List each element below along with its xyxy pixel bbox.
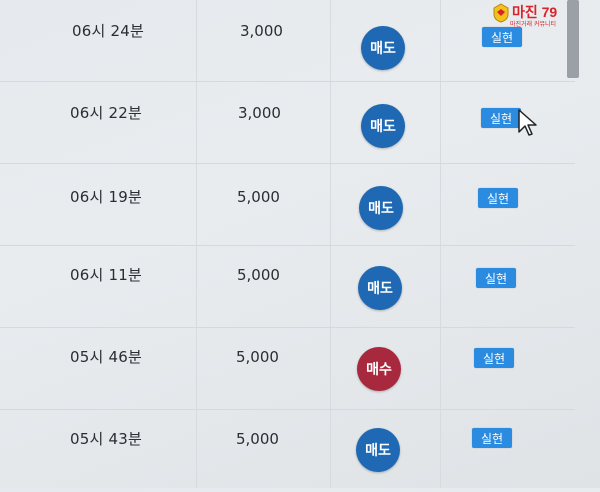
side-badge-sell: 매도	[359, 186, 403, 230]
eagle-emblem-icon	[493, 3, 509, 23]
realize-button[interactable]: 실현	[482, 27, 522, 47]
side-badge-sell: 매도	[361, 104, 405, 148]
trade-time: 06시 19분	[70, 188, 142, 206]
watermark-subtitle: 마진거래 커뮤니티	[510, 21, 557, 28]
realize-button[interactable]: 실현	[476, 268, 516, 288]
trade-quantity: 5,000	[237, 266, 280, 284]
trade-quantity: 5,000	[237, 188, 280, 206]
mouse-pointer-icon	[518, 109, 537, 136]
trade-time: 06시 24분	[72, 22, 144, 40]
realize-button[interactable]: 실현	[478, 188, 518, 208]
side-badge-sell: 매도	[356, 428, 400, 472]
trade-quantity: 3,000	[240, 22, 283, 40]
vertical-scrollbar[interactable]	[565, 0, 581, 488]
trade-time: 05시 43분	[70, 430, 142, 448]
trade-time: 06시 11분	[70, 266, 142, 284]
trade-history-table: 06시 24분 3,000 매도 실현 06시 22분 3,000 매도 실현 …	[0, 0, 600, 488]
watermark-logo: 마진 79 마진거래 커뮤니티	[490, 0, 600, 30]
side-badge-buy: 매수	[357, 347, 401, 391]
realize-button[interactable]: 실현	[472, 428, 512, 448]
side-badge-sell: 매도	[358, 266, 402, 310]
trade-quantity: 3,000	[238, 104, 281, 122]
realize-button[interactable]: 실현	[481, 108, 521, 128]
trade-row: 06시 22분 3,000 매도 실현	[0, 82, 600, 164]
trade-quantity: 5,000	[236, 348, 279, 366]
realize-button[interactable]: 실현	[474, 348, 514, 368]
trade-time: 06시 22분	[70, 104, 142, 122]
trade-quantity: 5,000	[236, 430, 279, 448]
trade-row: 05시 43분 5,000 매도 실현	[0, 410, 600, 492]
trade-row: 05시 46분 5,000 매수 실현	[0, 328, 600, 410]
trade-row: 06시 11분 5,000 매도 실현	[0, 246, 600, 328]
side-badge-sell: 매도	[361, 26, 405, 70]
trade-time: 05시 46분	[70, 348, 142, 366]
trade-row: 06시 19분 5,000 매도 실현	[0, 164, 600, 246]
